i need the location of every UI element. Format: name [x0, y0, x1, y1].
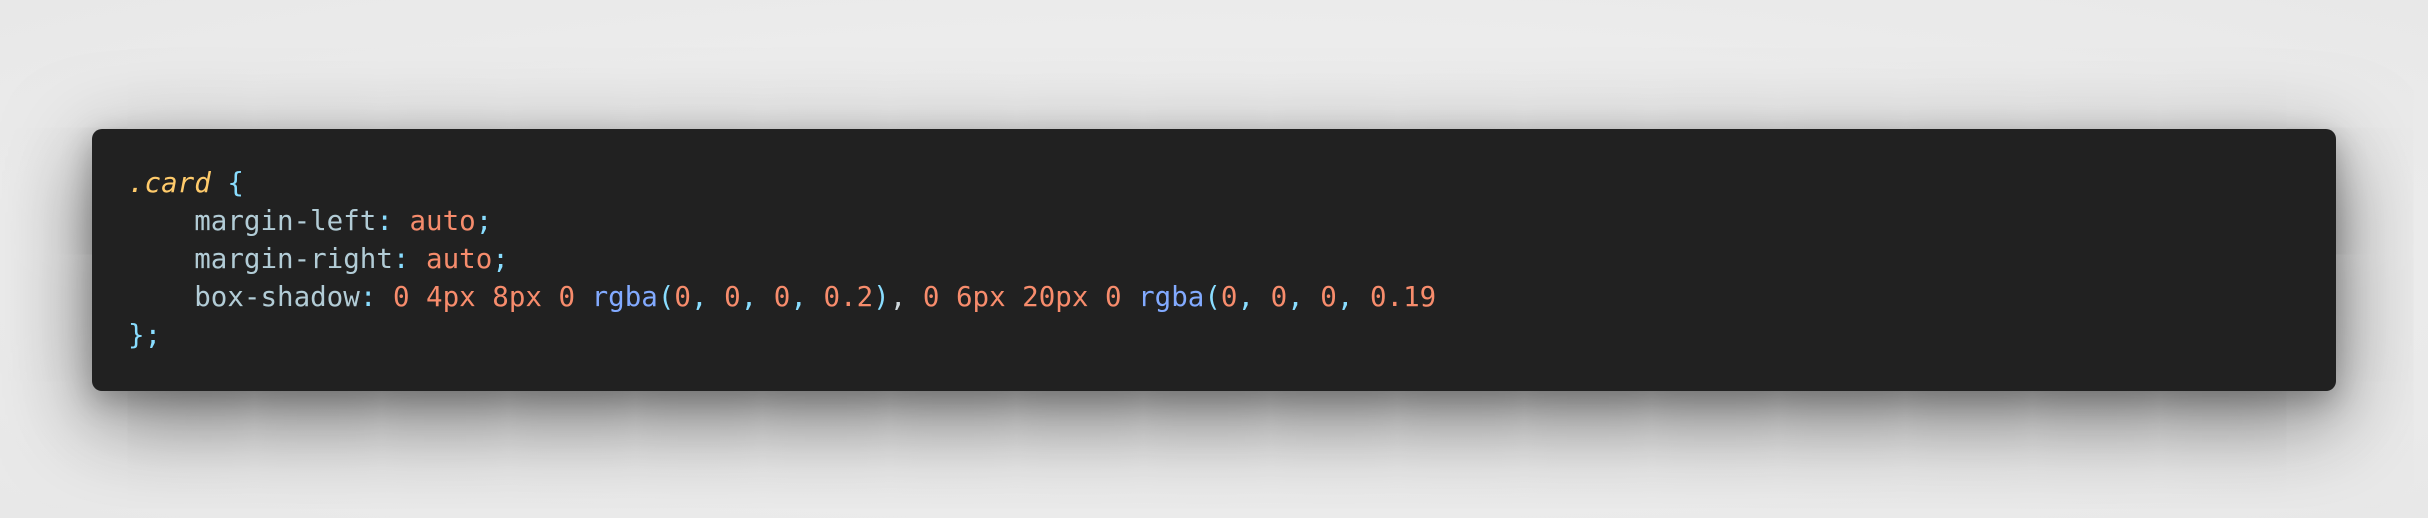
code-line-5: };: [128, 316, 2336, 354]
code-token: 0 4px 8px 0: [392, 281, 576, 313]
code-token: ,: [790, 281, 824, 313]
code-token: margin-right: [194, 243, 393, 275]
code-token: 0: [1220, 281, 1238, 313]
code-token: 0: [1320, 281, 1337, 313]
code-token: ;: [492, 243, 509, 275]
code-token: 0.19: [1369, 281, 1437, 313]
code-token: 0: [724, 281, 741, 313]
code-token: margin-left: [194, 205, 377, 237]
code-token: 0: [773, 281, 791, 313]
code-token: box-shadow: [194, 281, 360, 313]
code-token: ,: [690, 281, 725, 313]
code-line-4: box-shadow: 0 4px 8px 0 rgba(0, 0, 0, 0.…: [128, 278, 2336, 316]
code-token: 0: [674, 281, 691, 313]
code-token: :: [359, 281, 393, 313]
code-token: ;: [144, 319, 162, 351]
code-token: 0.2: [823, 281, 874, 313]
code-block[interactable]: .card { margin-left: auto; margin-right:…: [128, 164, 2336, 354]
code-token: rgba: [591, 281, 658, 313]
code-token: }: [128, 319, 145, 351]
code-token: :: [376, 205, 410, 237]
code-token: auto: [426, 243, 493, 275]
code-token: rgba: [1138, 281, 1205, 313]
code-token: {: [227, 167, 244, 199]
code-token: (: [657, 281, 675, 313]
code-token: ,: [1287, 281, 1321, 313]
code-token: 0 6px 20px 0: [922, 281, 1122, 313]
code-token: .card: [128, 167, 211, 199]
code-token: ,: [1237, 281, 1271, 313]
code-token: :: [392, 243, 427, 275]
code-token: (: [1204, 281, 1221, 313]
code-line-3: margin-right: auto;: [128, 240, 2336, 278]
code-token: ;: [475, 205, 493, 237]
code-token: 0: [1270, 281, 1288, 313]
code-token: auto: [409, 205, 476, 237]
code-token: ,: [1336, 281, 1370, 313]
code-token: ): [873, 281, 890, 313]
code-token: ,: [740, 281, 774, 313]
code-line-1: .card {: [128, 164, 2336, 202]
code-line-2: margin-left: auto;: [128, 202, 2336, 240]
code-window: .card { margin-left: auto; margin-right:…: [92, 129, 2336, 391]
code-token: ,: [889, 281, 923, 313]
